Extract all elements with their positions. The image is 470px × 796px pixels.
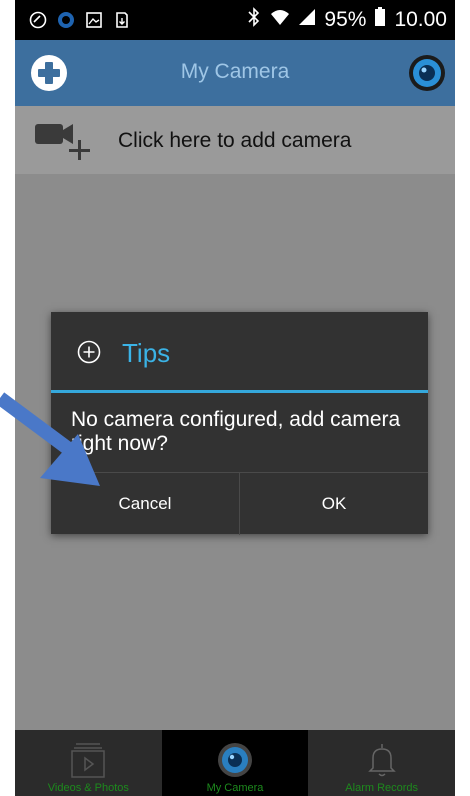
bluetooth-icon [246,7,262,33]
video-gallery-icon [71,743,106,778]
dialog-message: No camera configured, add camera right n… [71,408,401,455]
battery-icon [374,7,386,33]
tab-my-camera[interactable]: My Camera [161,730,309,796]
camera-lens-button[interactable] [407,53,447,93]
pointer-arrow-icon [0,392,100,486]
camera-lens-icon [409,55,445,91]
plus-circle-icon [77,340,101,364]
add-camera-label: Click here to add camera [118,129,352,152]
tab-videos-photos[interactable]: Videos & Photos [15,730,162,796]
sync-icon [29,11,47,29]
add-video-camera-icon [35,124,90,160]
tab-label: Alarm Records [345,782,419,794]
page-title: My Camera [180,60,290,83]
bottom-tab-bar: Videos & Photos My Camera Alarm Records [15,730,455,796]
add-camera-row[interactable]: Click here to add camera [15,106,455,174]
status-bar: 95% 10.00 [15,0,455,40]
signal-icon [298,8,316,32]
ok-button[interactable]: OK [240,473,428,535]
app-notification-icon [57,11,75,29]
image-icon [85,11,103,29]
bell-icon [367,744,396,777]
clock: 10.00 [394,8,447,31]
tab-label: Videos & Photos [47,782,129,794]
battery-percent: 95% [324,8,367,31]
camera-lens-icon [218,743,252,777]
wifi-icon [270,8,290,32]
download-icon [113,11,131,29]
tab-alarm-records[interactable]: Alarm Records [308,730,455,796]
dialog-title: Tips [122,338,171,368]
app-bar: My Camera [15,40,455,106]
tab-label: My Camera [206,782,264,794]
dialog-header: Tips [51,312,428,390]
